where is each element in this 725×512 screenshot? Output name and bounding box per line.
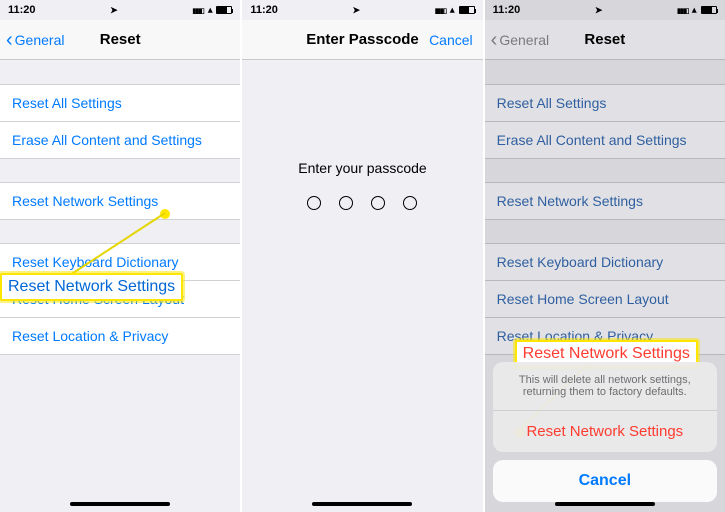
signal-icon [192, 4, 203, 16]
status-icons [192, 4, 232, 16]
nav-title: Reset [100, 31, 141, 48]
row-reset-all[interactable]: Reset All Settings [0, 84, 240, 122]
home-indicator[interactable] [555, 502, 655, 506]
battery-icon [459, 6, 475, 14]
action-sheet-group: This will delete all network settings, r… [493, 362, 717, 452]
row-reset-all: Reset All Settings [485, 84, 725, 122]
battery-icon [701, 6, 717, 14]
location-icon [595, 4, 603, 16]
status-time: 11:20 [250, 4, 278, 16]
pointer-line [60, 210, 170, 280]
back-label: General [15, 32, 65, 48]
screen-reset-list: 11:20 General Reset Reset All Settings E… [0, 0, 240, 512]
chevron-left-icon [6, 30, 13, 50]
home-indicator[interactable] [312, 502, 412, 506]
passcode-dot [403, 196, 417, 210]
nav-title: Reset [584, 31, 625, 48]
home-indicator[interactable] [70, 502, 170, 506]
wifi-icon [208, 4, 213, 16]
cancel-button[interactable]: Cancel [429, 20, 473, 59]
screen-action-sheet: 11:20 General Reset Reset All Settings E… [485, 0, 725, 512]
status-bar: 11:20 [485, 0, 725, 20]
nav-bar: General Reset [0, 20, 240, 60]
chevron-left-icon [491, 30, 498, 50]
nav-bar: Enter Passcode Cancel [242, 20, 482, 60]
status-icons [435, 4, 475, 16]
action-reset-network[interactable]: Reset Network Settings [493, 411, 717, 452]
row-erase-all[interactable]: Erase All Content and Settings [0, 121, 240, 159]
status-time: 11:20 [8, 4, 36, 16]
row-reset-home: Reset Home Screen Layout [485, 280, 725, 318]
row-erase-all: Erase All Content and Settings [485, 121, 725, 159]
passcode-dots[interactable] [307, 196, 417, 210]
status-bar: 11:20 [242, 0, 482, 20]
passcode-dot [339, 196, 353, 210]
location-icon [110, 4, 118, 16]
passcode-prompt: Enter your passcode [298, 160, 426, 176]
back-label: General [499, 32, 549, 48]
back-button: General [491, 20, 549, 59]
action-sheet: This will delete all network settings, r… [493, 362, 717, 502]
passcode-area: Enter your passcode [242, 160, 482, 210]
wifi-icon [692, 4, 697, 16]
action-cancel[interactable]: Cancel [493, 460, 717, 502]
status-time: 11:20 [493, 4, 521, 16]
nav-bar: General Reset [485, 20, 725, 60]
screen-passcode: 11:20 Enter Passcode Cancel Enter your p… [242, 0, 482, 512]
back-button[interactable]: General [6, 20, 64, 59]
wifi-icon [450, 4, 455, 16]
status-icons [677, 4, 717, 16]
signal-icon [677, 4, 688, 16]
location-icon [353, 4, 361, 16]
callout-reset-network: Reset Network Settings [0, 273, 183, 301]
passcode-dot [371, 196, 385, 210]
status-bar: 11:20 [0, 0, 240, 20]
row-reset-location[interactable]: Reset Location & Privacy [0, 317, 240, 355]
signal-icon [435, 4, 446, 16]
row-reset-keyboard: Reset Keyboard Dictionary [485, 243, 725, 281]
battery-icon [216, 6, 232, 14]
row-reset-network: Reset Network Settings [485, 182, 725, 220]
action-sheet-message: This will delete all network settings, r… [493, 362, 717, 411]
passcode-dot [307, 196, 321, 210]
nav-title: Enter Passcode [306, 31, 419, 48]
